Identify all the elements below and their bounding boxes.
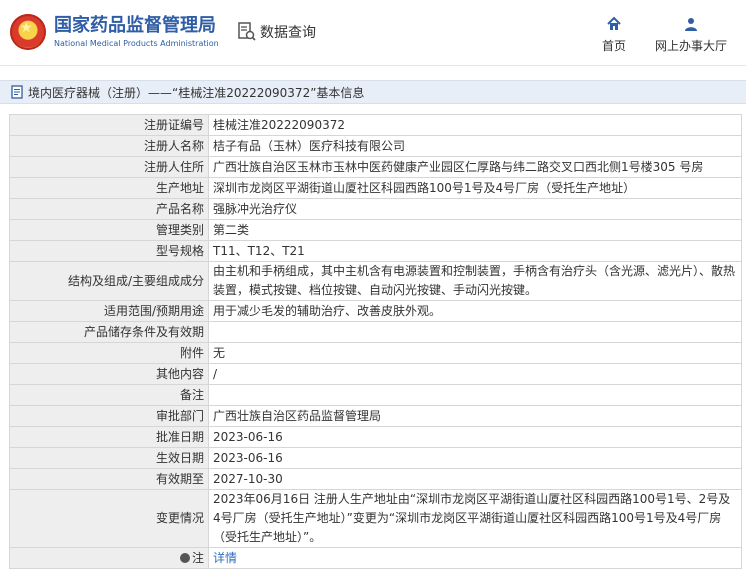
effective-date-label: 生效日期 xyxy=(9,447,209,469)
production-address-value: 深圳市龙岗区平湖街道山厦社区科园西路100号1号及4号厂房（受托生产地址） xyxy=(208,177,742,199)
table-row: 审批部门 广西壮族自治区药品监督管理局 xyxy=(9,405,742,427)
data-query-link[interactable]: 数据查询 xyxy=(238,20,316,44)
table-row: 注册证编号 桂械注准20222090372 xyxy=(9,114,742,136)
valid-until-label: 有效期至 xyxy=(9,468,209,490)
detail-table-wrapper: 注册证编号 桂械注准20222090372 注册人名称 桔子有品（玉林）医疗科技… xyxy=(9,114,742,569)
site-logo[interactable]: 国家药品监督管理局 National Medical Products Admi… xyxy=(10,10,220,54)
document-search-icon xyxy=(238,22,256,42)
registration-number-label: 注册证编号 xyxy=(9,114,209,136)
registrant-name-label: 注册人名称 xyxy=(9,135,209,157)
product-name-label: 产品名称 xyxy=(9,198,209,220)
accessories-value: 无 xyxy=(208,342,742,364)
data-query-label: 数据查询 xyxy=(260,25,316,41)
service-hall-link[interactable]: 网上办事大厅 xyxy=(652,16,730,56)
table-row: 产品名称 强脉冲光治疗仪 xyxy=(9,198,742,220)
other-content-value: / xyxy=(208,363,742,385)
table-row: 结构及组成/主要组成成分 由主机和手柄组成，其中主机含有电源装置和控制装置，手柄… xyxy=(9,261,742,301)
table-row: 生产地址 深圳市龙岗区平湖街道山厦社区科园西路100号1号及4号厂房（受托生产地… xyxy=(9,177,742,199)
user-icon xyxy=(683,16,699,32)
approval-date-label: 批准日期 xyxy=(9,426,209,448)
registrant-address-label: 注册人住所 xyxy=(9,156,209,178)
product-name-value: 强脉冲光治疗仪 xyxy=(208,198,742,220)
other-content-label: 其他内容 xyxy=(9,363,209,385)
table-row: 产品储存条件及有效期 xyxy=(9,321,742,343)
structure-composition-value: 由主机和手柄组成，其中主机含有电源装置和控制装置，手柄含有治疗头（含光源、滤光片… xyxy=(208,261,742,301)
production-address-label: 生产地址 xyxy=(9,177,209,199)
breadcrumb-text: 境内医疗器械（注册）——“桂械注准20222090372”基本信息 xyxy=(28,85,365,100)
model-spec-value: T11、T12、T21 xyxy=(208,240,742,262)
storage-validity-label: 产品储存条件及有效期 xyxy=(9,321,209,343)
management-class-label: 管理类别 xyxy=(9,219,209,241)
service-hall-label: 网上办事大厅 xyxy=(654,39,727,53)
table-row: 批准日期 2023-06-16 xyxy=(9,426,742,448)
pin-icon xyxy=(179,552,190,563)
site-header: 国家药品监督管理局 National Medical Products Admi… xyxy=(0,0,746,66)
accessories-label: 附件 xyxy=(9,342,209,364)
valid-until-value: 2027-10-30 xyxy=(208,468,742,490)
registrant-address-value: 广西壮族自治区玉林市玉林中医药健康产业园区仁厚路与纬二路交叉口西北侧1号楼305… xyxy=(208,156,742,178)
registrant-name-value: 桔子有品（玉林）医疗科技有限公司 xyxy=(208,135,742,157)
approval-department-value: 广西壮族自治区药品监督管理局 xyxy=(208,405,742,427)
table-row: 备注 xyxy=(9,384,742,406)
approval-department-label: 审批部门 xyxy=(9,405,209,427)
details-link[interactable]: 详情 xyxy=(213,551,237,565)
effective-date-value: 2023-06-16 xyxy=(208,447,742,469)
home-nav-link[interactable]: 首页 xyxy=(596,16,632,56)
intended-use-value: 用于减少毛发的辅助治疗、改善皮肤外观。 xyxy=(208,300,742,322)
note-label: 注 xyxy=(191,550,204,565)
structure-composition-label: 结构及组成/主要组成成分 xyxy=(9,261,209,301)
logo-en-title: National Medical Products Administration xyxy=(54,38,219,48)
breadcrumb: 境内医疗器械（注册）——“桂械注准20222090372”基本信息 xyxy=(0,80,746,104)
document-icon xyxy=(10,85,24,99)
change-history-value: 2023年06月16日 注册人生产地址由“深圳市龙岗区平湖街道山厦社区科园西路1… xyxy=(208,489,742,548)
table-row: 注册人名称 桔子有品（玉林）医疗科技有限公司 xyxy=(9,135,742,157)
note-value-cell: 详情 xyxy=(208,547,742,569)
table-row: 注册人住所 广西壮族自治区玉林市玉林中医药健康产业园区仁厚路与纬二路交叉口西北侧… xyxy=(9,156,742,178)
table-row: 有效期至 2027-10-30 xyxy=(9,468,742,490)
change-history-label: 变更情况 xyxy=(9,489,209,548)
logo-cn-title: 国家药品监督管理局 xyxy=(54,14,216,36)
home-icon xyxy=(606,16,622,32)
home-label: 首页 xyxy=(601,39,626,53)
intended-use-label: 适用范围/预期用途 xyxy=(9,300,209,322)
table-row: 管理类别 第二类 xyxy=(9,219,742,241)
table-row: 生效日期 2023-06-16 xyxy=(9,447,742,469)
national-emblem-icon xyxy=(10,14,46,50)
remarks-value xyxy=(208,384,742,406)
management-class-value: 第二类 xyxy=(208,219,742,241)
device-detail-table: 注册证编号 桂械注准20222090372 注册人名称 桔子有品（玉林）医疗科技… xyxy=(9,114,742,569)
registration-number-value: 桂械注准20222090372 xyxy=(208,114,742,136)
table-row: 变更情况 2023年06月16日 注册人生产地址由“深圳市龙岗区平湖街道山厦社区… xyxy=(9,489,742,548)
model-spec-label: 型号规格 xyxy=(9,240,209,262)
table-row: 适用范围/预期用途 用于减少毛发的辅助治疗、改善皮肤外观。 xyxy=(9,300,742,322)
remarks-label: 备注 xyxy=(9,384,209,406)
note-label-cell: 注 xyxy=(9,547,209,569)
table-row: 附件 无 xyxy=(9,342,742,364)
storage-validity-value xyxy=(208,321,742,343)
table-row: 型号规格 T11、T12、T21 xyxy=(9,240,742,262)
table-row: 注 详情 xyxy=(9,547,742,569)
table-row: 其他内容 / xyxy=(9,363,742,385)
logo-text: 国家药品监督管理局 National Medical Products Admi… xyxy=(54,14,219,48)
approval-date-value: 2023-06-16 xyxy=(208,426,742,448)
